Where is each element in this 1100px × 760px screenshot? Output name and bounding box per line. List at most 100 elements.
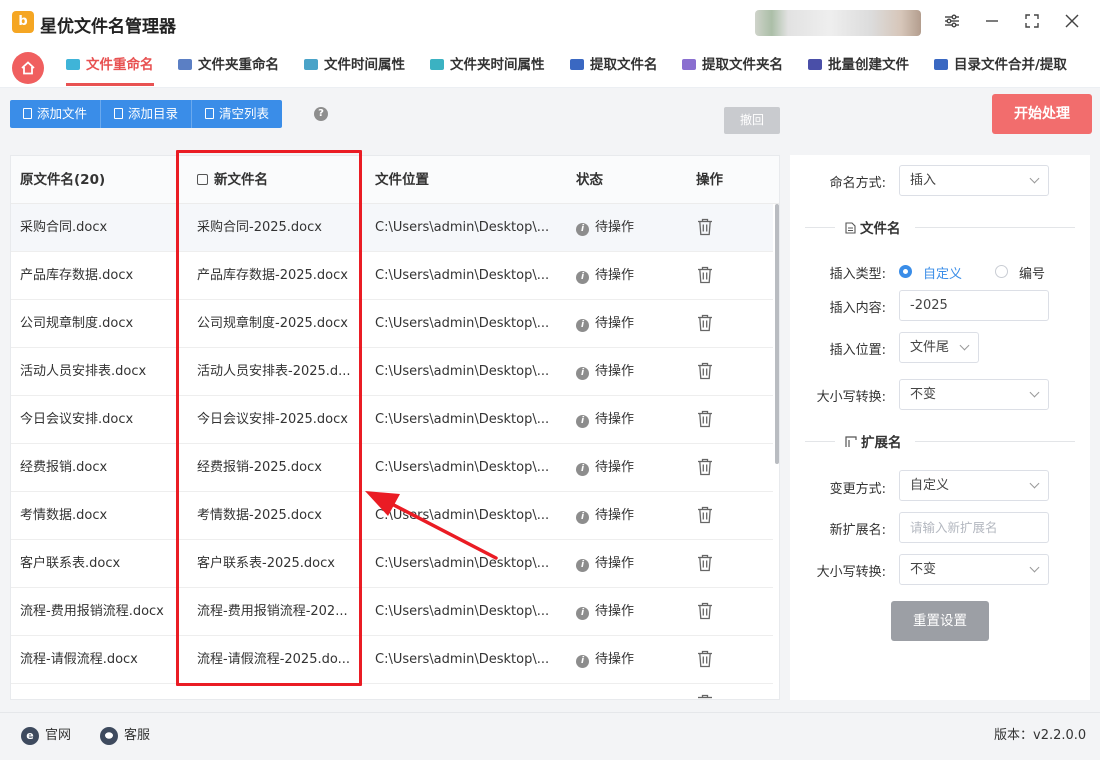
radio-number[interactable] <box>995 265 1008 278</box>
change-method-select[interactable]: 自定义 <box>899 470 1049 501</box>
delete-icon[interactable] <box>697 266 713 284</box>
home-icon[interactable] <box>12 52 44 84</box>
table-row[interactable]: 公司规章制度.docx 公司规章制度-2025.docx C:\Users\admi… <box>11 300 773 348</box>
start-processing-button[interactable]: 开始处理 <box>992 94 1092 134</box>
status-text: 待操作 <box>595 316 635 331</box>
chat-bubble-icon[interactable] <box>100 727 118 745</box>
chevron-down-icon <box>1029 562 1040 573</box>
tab-batch-create[interactable]: 批量创建文件 <box>808 46 909 86</box>
info-icon: i <box>576 655 589 668</box>
delete-icon[interactable] <box>697 602 713 620</box>
maximize-icon[interactable] <box>1021 12 1043 34</box>
section-extension-title: 扩展名 <box>845 431 902 451</box>
delete-icon[interactable] <box>697 218 713 236</box>
radio-number-label[interactable]: 编号 <box>1019 263 1045 282</box>
footer: e 官网 客服 版本：v2.2.0.0 <box>0 712 1100 760</box>
file-location: C:\Users\admin\Desktop\... <box>375 412 550 427</box>
case-conversion-value: 不变 <box>910 387 937 402</box>
radio-custom[interactable] <box>899 265 912 278</box>
add-directory-button[interactable]: 添加目录 <box>101 100 193 128</box>
table-row[interactable]: 活动人员安排表.docx 活动人员安排表-2025.d... C:\Users\ad… <box>11 348 773 396</box>
status-text: 待操作 <box>595 220 635 235</box>
tab-icon <box>682 59 696 70</box>
header-original-name[interactable]: 原文件名(20) <box>20 156 105 204</box>
table-row[interactable]: 采购合同.docx 采购合同-2025.docx C:\Users\admin\De… <box>11 204 773 252</box>
trash-icon <box>205 108 215 119</box>
tab-icon <box>304 59 318 70</box>
section-filename-text: 文件名 <box>860 221 901 237</box>
header-action: 操作 <box>696 172 723 188</box>
user-avatar[interactable] <box>755 10 921 36</box>
support-link[interactable]: 客服 <box>124 727 150 745</box>
help-icon[interactable]: ? <box>314 107 328 121</box>
tab-file-time[interactable]: 文件时间属性 <box>304 46 405 86</box>
info-icon: i <box>576 559 589 572</box>
new-filename: 流程-费用报销流程-202... <box>197 604 348 619</box>
file-icon <box>23 108 32 119</box>
table-row[interactable]: 产品库存数据.docx 产品库存数据-2025.docx C:\Users\admi… <box>11 252 773 300</box>
original-filename: 活动人员安排表.docx <box>20 364 147 379</box>
chevron-down-icon <box>1029 387 1040 398</box>
section-extension: 扩展名 <box>805 431 1075 451</box>
delete-icon[interactable] <box>697 694 713 700</box>
table-scrollbar[interactable] <box>775 204 779 464</box>
status-cell: i 待操作 <box>576 396 676 444</box>
delete-icon[interactable] <box>697 650 713 668</box>
header-new-name[interactable]: 新文件名 <box>197 156 268 204</box>
reset-settings-button[interactable]: 重置设置 <box>891 601 989 641</box>
delete-icon[interactable] <box>697 410 713 428</box>
table-row[interactable]: 考情数据.docx 考情数据-2025.docx C:\Users\admin\De… <box>11 492 773 540</box>
ext-case-conversion-select[interactable]: 不变 <box>899 554 1049 585</box>
tab-icon <box>808 59 822 70</box>
file-location: C:\Users\admin\Desktop\... <box>375 460 550 475</box>
original-filename: 产品库存数据.docx <box>20 268 134 283</box>
tab-folder-time[interactable]: 文件夹时间属性 <box>430 46 545 86</box>
delete-icon[interactable] <box>697 506 713 524</box>
tab-folder-rename[interactable]: 文件夹重命名 <box>178 46 279 86</box>
undo-button[interactable]: 撤回 <box>724 107 780 134</box>
status-text: 待操作 <box>595 460 635 475</box>
settings-sliders-icon[interactable] <box>941 12 963 34</box>
tab-label: 文件夹重命名 <box>198 57 279 73</box>
tab-extract-foldername[interactable]: 提取文件夹名 <box>682 46 783 86</box>
original-filename: 公司规章制度.docx <box>20 316 134 331</box>
ext-case-conversion-value: 不变 <box>910 562 937 577</box>
status-cell: i 待操作 <box>576 540 676 588</box>
new-filename: 公司规章制度-2025.docx <box>197 316 348 331</box>
website-icon[interactable]: e <box>21 727 39 745</box>
info-icon: i <box>576 319 589 332</box>
delete-icon[interactable] <box>697 554 713 572</box>
tab-bar: 文件重命名 文件夹重命名 文件时间属性 文件夹时间属性 提取文件名 提取文件夹名… <box>0 46 1100 88</box>
naming-method-select[interactable]: 插入 <box>899 165 1049 196</box>
radio-custom-label[interactable]: 自定义 <box>923 263 962 282</box>
clear-list-button[interactable]: 清空列表 <box>192 100 283 128</box>
tab-dir-merge[interactable]: 目录文件合并/提取 <box>934 46 1067 86</box>
header-status[interactable]: 状态 <box>576 156 603 204</box>
new-filename: 采购合同-2025.docx <box>197 220 322 235</box>
delete-icon[interactable] <box>697 458 713 476</box>
website-link[interactable]: 官网 <box>45 727 71 745</box>
info-icon: i <box>576 607 589 620</box>
table-row[interactable]: 经费报销.docx 经费报销-2025.docx C:\Users\admin\De… <box>11 444 773 492</box>
add-file-button[interactable]: 添加文件 <box>10 100 102 128</box>
case-conversion-select[interactable]: 不变 <box>899 379 1049 410</box>
insert-content-input[interactable]: -2025 <box>899 290 1049 321</box>
info-icon: i <box>576 511 589 524</box>
close-icon[interactable] <box>1061 12 1083 34</box>
table-row-partial <box>11 684 773 700</box>
status-text: 待操作 <box>595 364 635 379</box>
delete-icon[interactable] <box>697 362 713 380</box>
delete-icon[interactable] <box>697 314 713 332</box>
new-extension-input[interactable]: 请输入新扩展名 <box>899 512 1049 543</box>
tab-extract-filename[interactable]: 提取文件名 <box>570 46 658 86</box>
table-row[interactable]: 客户联系表.docx 客户联系表-2025.docx C:\Users\admin\… <box>11 540 773 588</box>
table-row[interactable]: 流程-请假流程.docx 流程-请假流程-2025.do... C:\Users\a… <box>11 636 773 684</box>
minimize-icon[interactable] <box>981 12 1003 34</box>
table-row[interactable]: 流程-费用报销流程.docx 流程-费用报销流程-202... C:\Users\a… <box>11 588 773 636</box>
file-button-group: 添加文件 添加目录 清空列表 <box>10 100 283 128</box>
header-location[interactable]: 文件位置 <box>375 156 429 204</box>
table-row[interactable]: 今日会议安排.docx 今日会议安排-2025.docx C:\Users\admi… <box>11 396 773 444</box>
insert-position-select[interactable]: 文件尾 <box>899 332 979 363</box>
tab-file-rename[interactable]: 文件重命名 <box>66 46 154 86</box>
case-conversion-label: 大小写转换: <box>816 390 886 405</box>
